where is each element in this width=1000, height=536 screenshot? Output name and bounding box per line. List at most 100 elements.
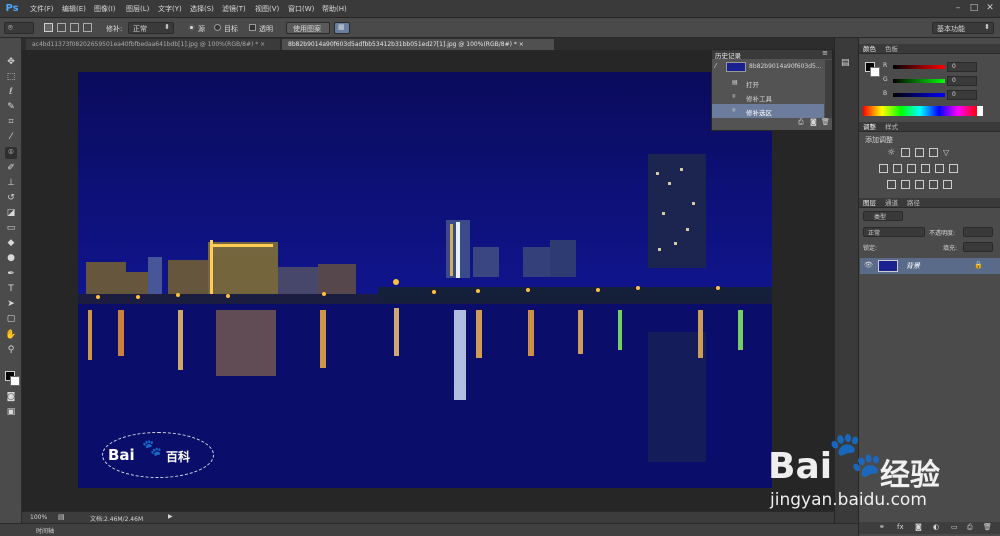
workspace-select[interactable]: 基本功能 ⬍ bbox=[932, 22, 994, 34]
shape-tool-icon[interactable]: ▢ bbox=[5, 313, 17, 325]
opacity-input[interactable] bbox=[963, 227, 993, 237]
history-panel-icon[interactable]: ▤ bbox=[841, 58, 850, 68]
dodge-tool-icon[interactable]: ● bbox=[5, 252, 17, 264]
tool-preset-picker[interactable]: ⌾ bbox=[4, 22, 34, 34]
green-value[interactable]: 0 bbox=[947, 76, 977, 86]
brush-tool-icon[interactable]: ✐ bbox=[5, 162, 17, 174]
path-select-tool-icon[interactable]: ➤ bbox=[5, 298, 17, 310]
patch-mode-select[interactable]: 正常 ⬍ bbox=[128, 22, 174, 34]
eyedropper-tool-icon[interactable]: ⁄ bbox=[5, 131, 17, 143]
tab-channels[interactable]: 通道 bbox=[885, 199, 898, 208]
hue-saturation-icon[interactable] bbox=[879, 164, 888, 173]
close-icon[interactable]: × bbox=[260, 41, 265, 48]
screen-mode-icon[interactable]: ▣ bbox=[5, 406, 17, 418]
posterize-icon[interactable] bbox=[901, 180, 910, 189]
transparent-checkbox[interactable] bbox=[249, 24, 256, 31]
zoom-tool-icon[interactable]: ⚲ bbox=[5, 344, 17, 356]
tab-document-1[interactable]: ac4bd11373f08202659501ea40fbfbedaa641bdb… bbox=[26, 39, 280, 50]
panel-menu-icon[interactable]: ≡ bbox=[822, 49, 828, 57]
menu-window[interactable]: 窗口(W) bbox=[288, 4, 314, 14]
background-color-swatch[interactable] bbox=[10, 376, 20, 386]
red-slider[interactable] bbox=[893, 65, 945, 69]
target-radio[interactable] bbox=[214, 24, 221, 31]
fill-input[interactable] bbox=[963, 242, 993, 252]
tab-color[interactable]: 颜色 bbox=[863, 45, 876, 54]
minimize-button[interactable]: – bbox=[952, 2, 964, 14]
menu-view[interactable]: 视图(V) bbox=[255, 4, 279, 14]
mask-icon[interactable]: ◙ bbox=[915, 523, 922, 531]
eye-icon[interactable]: 👁 bbox=[864, 261, 873, 269]
menu-filter[interactable]: 滤镜(T) bbox=[222, 4, 246, 14]
type-tool-icon[interactable]: T bbox=[5, 283, 17, 295]
color-lookup-icon[interactable] bbox=[949, 164, 958, 173]
quick-select-tool-icon[interactable]: ✎ bbox=[5, 101, 17, 113]
link-icon[interactable]: ⚭ bbox=[879, 523, 885, 531]
history-snapshot[interactable]: ⁄ 8b82b9014a90f603d5... bbox=[712, 60, 824, 74]
tab-paths[interactable]: 路径 bbox=[907, 199, 920, 208]
camera-icon[interactable]: ◙ bbox=[810, 118, 817, 126]
trash-icon[interactable]: 🗑 bbox=[983, 523, 992, 531]
document-image[interactable]: Bai 🐾 百科 bbox=[78, 72, 772, 488]
blue-value[interactable]: 0 bbox=[947, 90, 977, 100]
blur-tool-icon[interactable]: ◆ bbox=[5, 237, 17, 249]
use-pattern-button[interactable]: 使用图案 bbox=[286, 22, 330, 34]
curves-icon[interactable] bbox=[915, 148, 924, 157]
clone-stamp-tool-icon[interactable]: ⊥ bbox=[5, 177, 17, 189]
pen-tool-icon[interactable]: ✒ bbox=[5, 268, 17, 280]
tab-layers[interactable]: 图层 bbox=[863, 199, 876, 208]
layer-kind-filter[interactable]: 类型 bbox=[863, 211, 903, 221]
close-window-button[interactable]: ✕ bbox=[984, 2, 996, 14]
tab-swatches[interactable]: 色板 bbox=[885, 45, 898, 54]
fx-icon[interactable]: fx bbox=[897, 523, 904, 531]
black-white-icon[interactable] bbox=[907, 164, 916, 173]
add-selection-icon[interactable] bbox=[57, 23, 66, 32]
gradient-map-icon[interactable] bbox=[943, 180, 952, 189]
folder-icon[interactable]: ▭ bbox=[951, 523, 958, 531]
color-balance-icon[interactable] bbox=[893, 164, 902, 173]
new-selection-icon[interactable] bbox=[44, 23, 53, 32]
patch-tool-icon[interactable]: ⌾ bbox=[5, 147, 17, 159]
adjustment-layer-icon[interactable]: ◐ bbox=[933, 523, 939, 531]
history-item-active[interactable]: ⌾ 修补选区 bbox=[712, 104, 824, 118]
photo-filter-icon[interactable] bbox=[921, 164, 930, 173]
hand-tool-icon[interactable]: ✋ bbox=[5, 329, 17, 341]
lasso-tool-icon[interactable]: ℓ bbox=[5, 86, 17, 98]
zoom-level[interactable]: 100% bbox=[30, 514, 47, 521]
maximize-button[interactable]: □ bbox=[968, 2, 980, 14]
white-swatch[interactable] bbox=[977, 106, 983, 116]
eraser-tool-icon[interactable]: ◪ bbox=[5, 207, 17, 219]
crop-tool-icon[interactable]: ⌗ bbox=[5, 116, 17, 128]
menu-select[interactable]: 选择(S) bbox=[190, 4, 214, 14]
menu-edit[interactable]: 编辑(E) bbox=[62, 4, 86, 14]
threshold-icon[interactable] bbox=[915, 180, 924, 189]
source-radio[interactable] bbox=[188, 24, 195, 31]
tab-document-2[interactable]: 8b82b9014a90f603d5adfbb53412b31bb051ed27… bbox=[282, 39, 554, 50]
green-slider[interactable] bbox=[893, 79, 945, 83]
selective-color-icon[interactable] bbox=[929, 180, 938, 189]
move-tool-icon[interactable]: ✥ bbox=[5, 56, 17, 68]
menu-file[interactable]: 文件(F) bbox=[30, 4, 54, 14]
brightness-icon[interactable]: ☼ bbox=[887, 148, 896, 158]
history-item[interactable]: ▤ 打开 bbox=[712, 76, 824, 90]
layer-row-background[interactable]: 👁 背景 🔒 bbox=[860, 258, 1000, 274]
menu-image[interactable]: 图像(I) bbox=[94, 4, 116, 14]
quick-mask-icon[interactable]: ◙ bbox=[5, 391, 17, 403]
channel-mixer-icon[interactable] bbox=[935, 164, 944, 173]
tab-styles[interactable]: 样式 bbox=[885, 123, 898, 132]
new-layer-icon[interactable]: ⎙ bbox=[967, 523, 973, 532]
vibrance-icon[interactable]: ▽ bbox=[943, 148, 952, 157]
history-scrollbar[interactable] bbox=[825, 60, 832, 118]
menu-layer[interactable]: 图层(L) bbox=[126, 4, 149, 14]
export-icon[interactable]: ▤ bbox=[58, 513, 65, 521]
trash-icon[interactable]: 🗑 bbox=[821, 118, 830, 126]
levels-icon[interactable] bbox=[901, 148, 910, 157]
intersect-selection-icon[interactable] bbox=[83, 23, 92, 32]
menu-help[interactable]: 帮助(H) bbox=[322, 4, 347, 14]
tab-adjustments[interactable]: 调整 bbox=[863, 123, 876, 132]
new-document-icon[interactable]: ⎙ bbox=[798, 118, 804, 127]
history-item[interactable]: ⌾ 修补工具 bbox=[712, 90, 824, 104]
invert-icon[interactable] bbox=[887, 180, 896, 189]
subtract-selection-icon[interactable] bbox=[70, 23, 79, 32]
marquee-tool-icon[interactable]: ⬚ bbox=[5, 71, 17, 83]
history-brush-tool-icon[interactable]: ↺ bbox=[5, 192, 17, 204]
